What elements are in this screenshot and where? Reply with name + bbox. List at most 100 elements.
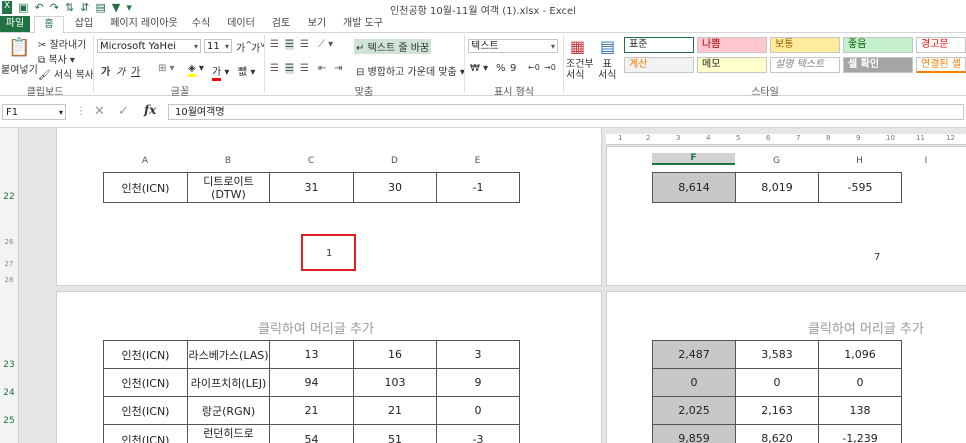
cell-g25[interactable]: 2,163: [735, 396, 819, 425]
column-header-h[interactable]: H: [818, 156, 901, 166]
cell-h25[interactable]: 138: [818, 396, 902, 425]
tab-formulas[interactable]: 수식: [186, 16, 216, 32]
align-middle-icon[interactable]: ☰: [285, 39, 294, 50]
phonetic-button[interactable]: 뺎 ▾: [238, 63, 255, 78]
cell-h24[interactable]: 0: [818, 368, 902, 397]
cell-c25[interactable]: 21: [269, 396, 354, 425]
name-box[interactable]: F1 ▾: [2, 104, 66, 120]
align-left-icon[interactable]: ☰: [270, 63, 279, 74]
font-size-combo[interactable]: 11 ▾: [204, 39, 232, 53]
cell-e25[interactable]: 0: [436, 396, 520, 425]
style-explanatory[interactable]: 설명 텍스트: [770, 57, 840, 73]
column-header-g[interactable]: G: [735, 156, 818, 166]
conditional-format-button[interactable]: 조건부 서식: [566, 59, 594, 81]
tab-data[interactable]: 데이터: [222, 16, 260, 32]
insert-function-button[interactable]: fx: [144, 103, 156, 117]
cell-e23[interactable]: 3: [436, 340, 520, 369]
cell-h26[interactable]: -1,239: [818, 424, 902, 443]
cell-b24[interactable]: 라이프치히(LEJ): [187, 368, 270, 397]
style-note[interactable]: 메모: [697, 57, 767, 73]
tab-view[interactable]: 보기: [302, 16, 332, 32]
cell-c24[interactable]: 94: [269, 368, 354, 397]
format-painter-button[interactable]: 🖌 서식 복사: [38, 66, 94, 81]
header-prompt-left[interactable]: 클릭하여 머리글 추가: [258, 318, 374, 337]
decrease-indent-icon[interactable]: ⇤: [318, 63, 326, 74]
align-top-icon[interactable]: ☰: [270, 39, 279, 50]
cell-g23[interactable]: 3,583: [735, 340, 819, 369]
cell-h23[interactable]: 1,096: [818, 340, 902, 369]
row-header-25[interactable]: 25: [0, 416, 18, 426]
row-header-22[interactable]: 22: [0, 192, 18, 202]
style-good[interactable]: 좋음: [843, 37, 913, 53]
cell-d26[interactable]: 51: [353, 424, 437, 443]
cell-g22[interactable]: 8,019: [735, 172, 819, 203]
style-calculation[interactable]: 계산: [624, 57, 694, 73]
cut-button[interactable]: ✂ 잘라내기: [38, 36, 86, 51]
column-header-f[interactable]: F: [652, 153, 735, 165]
orientation-icon[interactable]: ⟋ ▾: [318, 39, 333, 50]
cell-b25[interactable]: 랑군(RGN): [187, 396, 270, 425]
table-format-button[interactable]: 표 서식: [598, 59, 616, 81]
bold-button[interactable]: 가: [101, 63, 110, 78]
style-linked-cell[interactable]: 연결된 셀: [916, 57, 966, 73]
style-warning-text[interactable]: 경고문: [916, 37, 966, 53]
cell-g26[interactable]: 8,620: [735, 424, 819, 443]
cell-b22[interactable]: 디트로이트 (DTW): [187, 172, 270, 203]
row-header-23[interactable]: 23: [0, 360, 18, 370]
tab-insert[interactable]: 삽입: [68, 16, 100, 32]
enter-icon[interactable]: ✓: [118, 104, 129, 119]
font-color-button[interactable]: 가 ▾: [212, 63, 229, 81]
paste-icon[interactable]: 📋: [8, 37, 30, 58]
column-header-b[interactable]: B: [187, 156, 269, 166]
cell-c26[interactable]: 54: [269, 424, 354, 443]
style-neutral[interactable]: 보통: [770, 37, 840, 53]
cell-a26[interactable]: 인천(ICN): [103, 424, 188, 443]
column-header-a[interactable]: A: [103, 156, 187, 166]
decrease-decimal-icon[interactable]: →0: [544, 63, 556, 72]
footer-page-number-box[interactable]: 1: [301, 234, 356, 271]
wrap-text-button[interactable]: ↵ 텍스트 줄 바꿈: [354, 39, 432, 54]
cell-d23[interactable]: 16: [353, 340, 437, 369]
cell-f26[interactable]: 9,859: [652, 424, 736, 443]
tab-file[interactable]: 파일: [0, 16, 30, 32]
tab-home[interactable]: 홈: [34, 16, 64, 34]
number-format-combo[interactable]: 텍스트 ▾: [468, 39, 558, 53]
merge-center-button[interactable]: ⊟ 병합하고 가운데 맞춤 ▾: [356, 63, 465, 78]
cell-d22[interactable]: 30: [353, 172, 437, 203]
style-normal[interactable]: 표준: [624, 37, 694, 53]
italic-button[interactable]: 가: [116, 63, 125, 78]
cell-e24[interactable]: 9: [436, 368, 520, 397]
cell-f24[interactable]: 0: [652, 368, 736, 397]
cell-c23[interactable]: 13: [269, 340, 354, 369]
header-prompt-right[interactable]: 클릭하여 머리글 추가: [808, 318, 924, 337]
cancel-icon[interactable]: ✕: [94, 104, 105, 119]
cell-a22[interactable]: 인천(ICN): [103, 172, 188, 203]
increase-indent-icon[interactable]: ⇥: [334, 63, 342, 74]
cell-b23[interactable]: 라스베가스(LAS): [187, 340, 270, 369]
paste-button[interactable]: 붙여넣기: [1, 61, 38, 76]
cell-e26[interactable]: -3: [436, 424, 520, 443]
comma-button[interactable]: 9: [510, 63, 516, 74]
cell-d24[interactable]: 103: [353, 368, 437, 397]
cell-c22[interactable]: 31: [269, 172, 354, 203]
align-bottom-icon[interactable]: ☰: [300, 39, 309, 50]
worksheet-page-layout-view[interactable]: 1 2 3 4 5 6 7 8 9 10 11 12 A B C D E F G…: [0, 128, 966, 443]
column-header-c[interactable]: C: [269, 156, 353, 166]
borders-icon[interactable]: ⊞ ▾: [158, 63, 175, 74]
column-header-i[interactable]: I: [901, 156, 951, 166]
cell-f22[interactable]: 8,614: [652, 172, 736, 203]
increase-decimal-icon[interactable]: ←0: [528, 63, 540, 72]
tab-review[interactable]: 검토: [266, 16, 296, 32]
formula-input[interactable]: 10월여객명: [168, 104, 964, 120]
cell-g24[interactable]: 0: [735, 368, 819, 397]
currency-icon[interactable]: ₩ ▾: [470, 63, 488, 74]
cell-h22[interactable]: -595: [818, 172, 902, 203]
cell-f25[interactable]: 2,025: [652, 396, 736, 425]
tab-developer[interactable]: 개발 도구: [338, 16, 388, 32]
tab-page-layout[interactable]: 페이지 레이아웃: [106, 16, 182, 32]
cell-b26[interactable]: 런던히드로(LHR): [187, 424, 270, 443]
underline-button[interactable]: 가: [131, 63, 140, 78]
row-header-24[interactable]: 24: [0, 388, 18, 398]
cell-d25[interactable]: 21: [353, 396, 437, 425]
align-right-icon[interactable]: ☰: [300, 63, 309, 74]
